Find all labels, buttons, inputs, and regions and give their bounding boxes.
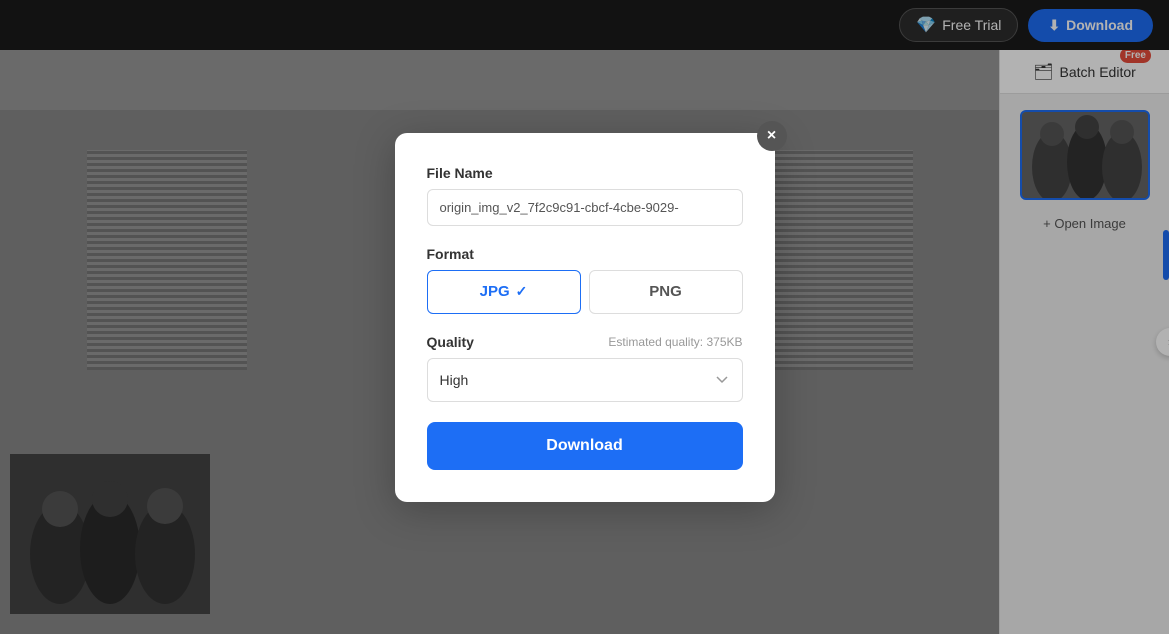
quality-label: Quality [427,334,474,350]
modal-overlay: × File Name Format JPG ✓ PNG Quality Est… [0,0,1169,634]
estimated-quality-label: Estimated quality: 375KB [608,335,742,349]
file-name-input[interactable] [427,189,743,226]
jpg-check-icon: ✓ [516,283,528,300]
quality-header: Quality Estimated quality: 375KB [427,334,743,350]
modal-close-button[interactable]: × [757,121,787,151]
format-label: Format [427,246,743,262]
download-modal: × File Name Format JPG ✓ PNG Quality Est… [395,133,775,502]
jpg-label: JPG [480,283,510,300]
modal-download-label: Download [546,437,622,454]
file-name-label: File Name [427,165,743,181]
format-group: JPG ✓ PNG [427,270,743,314]
png-label: PNG [649,283,682,300]
close-icon: × [767,127,776,145]
modal-download-button[interactable]: Download [427,422,743,470]
png-format-button[interactable]: PNG [589,270,743,314]
jpg-format-button[interactable]: JPG ✓ [427,270,581,314]
quality-select[interactable]: High Medium Low [427,358,743,402]
